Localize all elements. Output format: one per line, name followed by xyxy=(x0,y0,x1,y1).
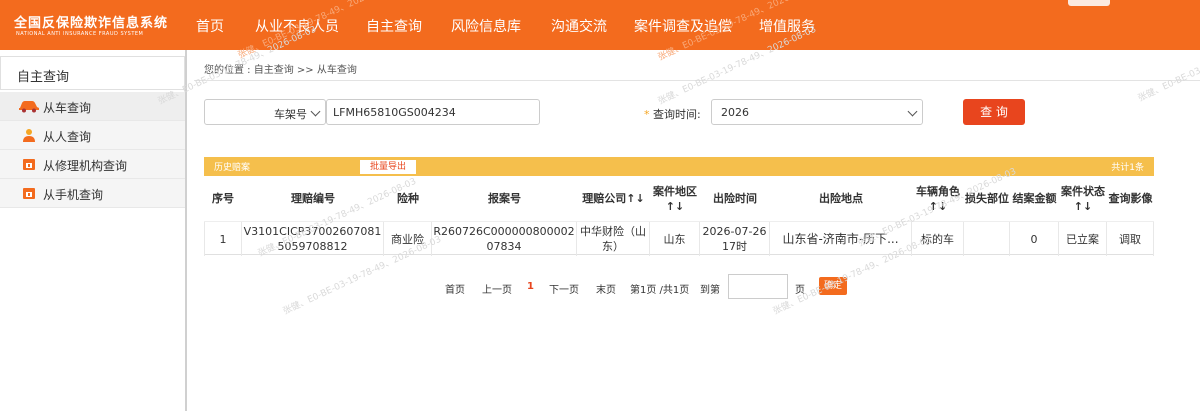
cell-incident-time: 2026-07-26 17时 xyxy=(700,222,770,256)
chevron-down-icon xyxy=(907,106,918,117)
cell-region: 山东 xyxy=(650,222,700,256)
nav-communication[interactable]: 沟通交流 xyxy=(551,16,607,36)
table-row: 1 V3101CICP370026070815059708812 商业险 R26… xyxy=(204,221,1154,256)
nav-bad-practitioners[interactable]: 从业不良人员 xyxy=(255,16,339,36)
cell-insurance-type: 商业险 xyxy=(384,222,432,256)
cell-report-no: R260726C00000080000207834 xyxy=(432,222,577,256)
result-header-bar: 历史赔案 批量导出 共计1条 xyxy=(204,157,1154,176)
cell-company: 中华财险（山东） xyxy=(577,222,650,256)
batch-export-button[interactable]: 批量导出 xyxy=(359,159,417,175)
query-time-label-text: 查询时间: xyxy=(653,108,701,121)
query-button[interactable]: 查 询 xyxy=(963,99,1025,125)
cell-settle-amount: 0 xyxy=(1010,222,1059,256)
logo-subtitle: NATIONAL ANTI INSURANCE FRAUD SYSTEM xyxy=(16,31,144,37)
fetch-image-link[interactable]: 调取 xyxy=(1107,222,1154,256)
col-header-settle-amount: 结案金额 xyxy=(1012,192,1057,205)
pager-page-unit: 页 xyxy=(795,285,805,296)
pager-first[interactable]: 首页 xyxy=(445,281,465,296)
repair-shop-icon xyxy=(23,159,35,170)
cell-incident-place: 山东省-济南市-历下... xyxy=(770,222,912,256)
car-icon xyxy=(19,101,39,113)
sidebar: 自主查询 从车查询 从人查询 从修理机构查询 从手机查询 xyxy=(0,50,187,411)
logo[interactable]: 全国反保险欺诈信息系统 NATIONAL ANTI INSURANCE FRAU… xyxy=(0,0,178,50)
phone-icon xyxy=(23,188,35,199)
pager-info: 第1页 /共1页 xyxy=(630,285,690,296)
sidebar-item-label: 从手机查询 xyxy=(43,188,104,202)
pager-last[interactable]: 末页 xyxy=(596,281,616,296)
pager-current[interactable]: 1 xyxy=(527,281,534,292)
col-header-report-no: 报案号 xyxy=(488,192,521,205)
nav-value-added[interactable]: 增值服务 xyxy=(759,16,815,36)
nav-self-query[interactable]: 自主查询 xyxy=(366,16,422,36)
cell-vehicle-role: 标的车 xyxy=(912,222,964,256)
col-header-incident-time: 出险时间 xyxy=(713,192,757,205)
cell-case-status: 已立案 xyxy=(1059,222,1107,256)
cell-claim-no: V3101CICP370026070815059708812 xyxy=(242,222,384,256)
col-header-region[interactable]: 案件地区↑↓ xyxy=(650,176,700,221)
pager-next[interactable]: 下一页 xyxy=(549,281,579,296)
col-header-loss-part: 损失部位 xyxy=(965,192,1009,205)
page-number-input[interactable] xyxy=(728,274,788,299)
user-menu-box[interactable] xyxy=(1068,0,1110,6)
sidebar-item-vehicle-query[interactable]: 从车查询 xyxy=(0,92,185,121)
table-header-row: 序号 理赔编号 险种 报案号 理赔公司↑↓ 案件地区↑↓ 出险时间 出险地点 车… xyxy=(204,176,1154,221)
cell-index: 1 xyxy=(204,222,242,256)
vin-input[interactable] xyxy=(326,99,540,125)
pager-confirm-button[interactable]: 确定 xyxy=(819,277,847,295)
sidebar-item-person-query[interactable]: 从人查询 xyxy=(0,121,185,150)
query-time-label: * 查询时间: xyxy=(644,106,701,122)
sidebar-item-label: 从人查询 xyxy=(43,130,92,144)
sidebar-item-repair-shop-query[interactable]: 从修理机构查询 xyxy=(0,150,185,179)
nav-risk-database[interactable]: 风险信息库 xyxy=(451,16,521,36)
breadcrumb: 您的位置 : 自主查询 >> 从车查询 xyxy=(204,65,357,76)
top-nav-bar: 全国反保险欺诈信息系统 NATIONAL ANTI INSURANCE FRAU… xyxy=(0,0,1200,50)
query-type-value: 车架号 xyxy=(274,108,307,121)
sidebar-item-phone-query[interactable]: 从手机查询 xyxy=(0,179,185,208)
breadcrumb-divider xyxy=(194,80,1200,81)
sidebar-title-label: 自主查询 xyxy=(17,70,70,85)
cell-loss-part xyxy=(964,222,1010,256)
total-count: 共计1条 xyxy=(1111,163,1144,173)
chevron-down-icon xyxy=(310,106,321,117)
logo-title: 全国反保险欺诈信息系统 xyxy=(14,16,169,31)
query-time-value: 2026 xyxy=(721,106,749,119)
col-header-insurance-type: 险种 xyxy=(397,192,419,205)
nav-case-investigation[interactable]: 案件调查及追偿 xyxy=(634,16,732,36)
nav-home[interactable]: 首页 xyxy=(196,16,224,36)
pager-goto-label: 到第 xyxy=(700,285,720,296)
col-header-claim-no: 理赔编号 xyxy=(291,192,335,205)
sidebar-title: 自主查询 xyxy=(0,56,185,90)
history-claims-label: 历史赔案 xyxy=(214,163,251,173)
col-header-index: 序号 xyxy=(212,192,234,205)
col-header-case-status[interactable]: 案件状态↑↓ xyxy=(1059,176,1107,221)
col-header-incident-place: 出险地点 xyxy=(819,192,863,205)
pager-prev[interactable]: 上一页 xyxy=(482,281,512,296)
col-header-company[interactable]: 理赔公司↑↓ xyxy=(577,176,650,221)
col-header-query-image: 查询影像 xyxy=(1108,192,1153,205)
person-icon xyxy=(23,129,35,142)
sidebar-item-label: 从修理机构查询 xyxy=(43,159,128,173)
col-header-vehicle-role[interactable]: 车辆角色↑↓ xyxy=(912,176,964,221)
required-star: * xyxy=(644,108,650,121)
sidebar-item-label: 从车查询 xyxy=(43,101,92,115)
query-time-select[interactable]: 2026 xyxy=(711,99,923,125)
query-type-select[interactable]: 车架号 xyxy=(204,99,326,125)
